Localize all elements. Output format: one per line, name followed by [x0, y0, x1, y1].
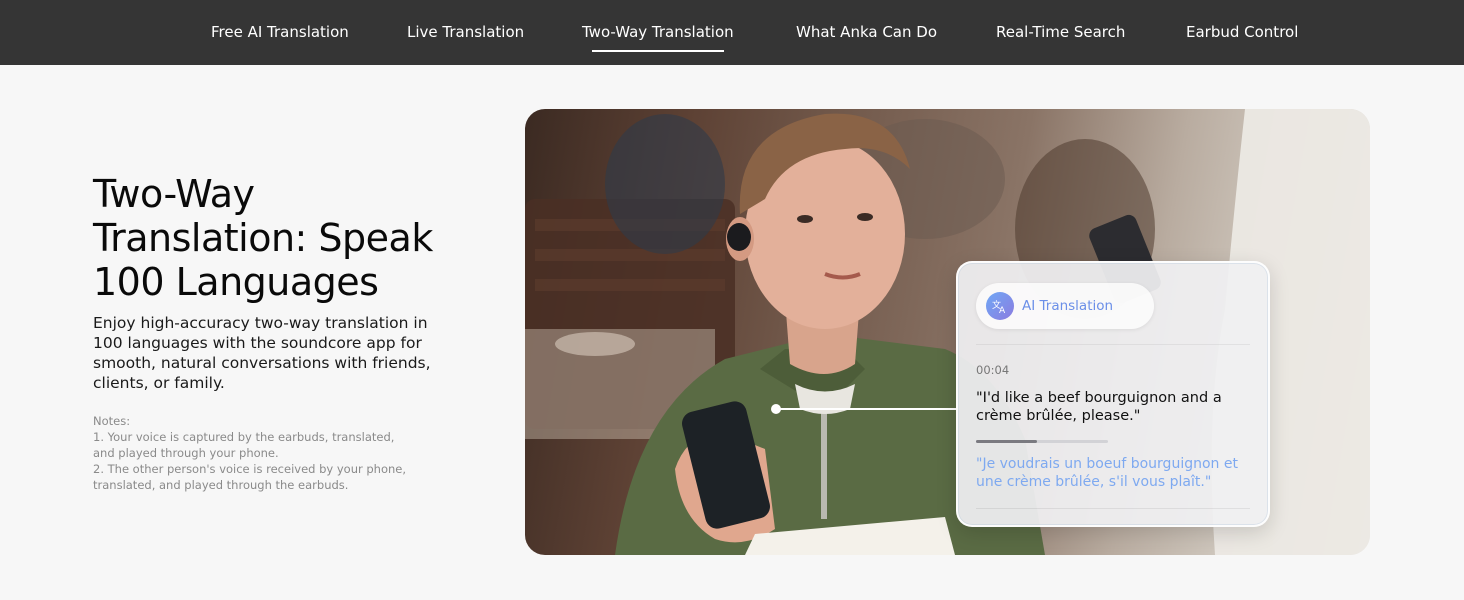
ai-translation-pill: 文 A AI Translation	[976, 283, 1154, 329]
title-line: Two-Way	[93, 172, 255, 216]
notes-line: translated, and played through the earbu…	[93, 478, 349, 492]
tab-what-anka-can-do[interactable]: What Anka Can Do	[796, 0, 937, 65]
pill-label: AI Translation	[1022, 298, 1114, 314]
original-text: "I'd like a beef bourguignon and a crème…	[976, 390, 1222, 424]
title-line: 100 Languages	[93, 260, 379, 304]
hero-description: Enjoy high-accuracy two-way translation …	[93, 314, 431, 392]
tab-earbud-control[interactable]: Earbud Control	[1186, 0, 1298, 65]
playback-progress-fill	[976, 440, 1037, 443]
connector-dot	[771, 404, 781, 414]
playback-progress	[976, 440, 1108, 443]
divider	[976, 508, 1250, 509]
notes-line: Notes:	[93, 414, 131, 428]
notes: Notes: 1. Your voice is captured by the …	[93, 413, 433, 493]
tab-real-time-search[interactable]: Real-Time Search	[996, 0, 1125, 65]
translate-icon: 文 A	[986, 292, 1014, 320]
tab-free-ai-translation[interactable]: Free AI Translation	[211, 0, 349, 65]
notes-line: 2. The other person's voice is received …	[93, 462, 407, 476]
tab-two-way-translation[interactable]: Two-Way Translation	[582, 0, 734, 65]
divider	[976, 344, 1250, 345]
timestamp: 00:04	[976, 363, 1010, 377]
notes-line: and played through your phone.	[93, 446, 279, 460]
translation-card: 文 A AI Translation 00:04 "I'd like a bee…	[956, 261, 1270, 527]
top-nav: Free AI Translation Live Translation Two…	[0, 0, 1464, 65]
tab-live-translation[interactable]: Live Translation	[407, 0, 524, 65]
svg-text:A: A	[999, 306, 1006, 315]
translated-text: "Je voudrais un boeuf bourguignon et une…	[976, 456, 1238, 490]
connector-line	[776, 408, 957, 410]
page-title: Two-Way Translation: Speak 100 Languages	[93, 172, 473, 304]
notes-line: 1. Your voice is captured by the earbuds…	[93, 430, 395, 444]
title-line: Translation: Speak	[93, 216, 433, 260]
